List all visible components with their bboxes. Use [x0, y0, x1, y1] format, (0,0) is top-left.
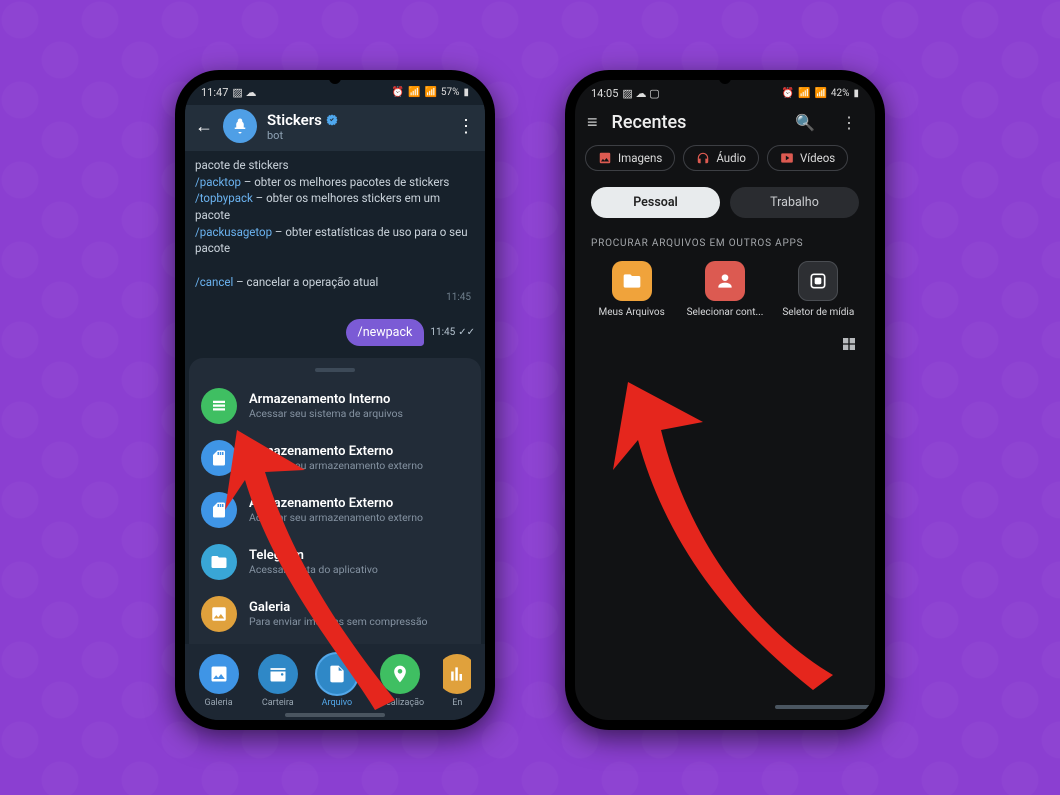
- sd-card-icon: [201, 440, 237, 476]
- contact-icon: [705, 261, 745, 301]
- status-time: 11:47: [201, 86, 228, 99]
- sd-card-icon: [201, 492, 237, 528]
- status-signal-icon: 📶: [814, 88, 826, 99]
- chart-icon: [443, 654, 471, 694]
- incoming-message: pacote de stickers /packtop – obter os m…: [185, 151, 485, 313]
- view-toggle-row: [575, 328, 875, 360]
- status-wifi-icon: 📶: [408, 87, 420, 98]
- status-wifi-icon: 📶: [798, 88, 810, 99]
- section-label: PROCURAR ARQUIVOS EM OUTROS APPS: [575, 228, 875, 255]
- chat-title[interactable]: Stickers: [267, 111, 322, 129]
- tab-work[interactable]: Trabalho: [730, 187, 859, 218]
- attach-location[interactable]: Localização: [376, 654, 424, 708]
- sheet-handle[interactable]: [315, 368, 355, 372]
- picker-title: Recentes: [612, 112, 687, 133]
- back-arrow-icon[interactable]: ←: [195, 116, 213, 137]
- folder-icon: [612, 261, 652, 301]
- grid-view-icon[interactable]: [841, 336, 857, 352]
- more-menu-icon[interactable]: ⋮: [835, 113, 863, 132]
- status-alarm-icon: ⏰: [782, 88, 794, 99]
- status-battery-icon: ▮: [463, 87, 469, 98]
- status-battery-icon: ▮: [853, 88, 859, 99]
- chat-header: ← Stickers bot ⋮: [185, 105, 485, 151]
- attach-more[interactable]: En: [443, 654, 471, 708]
- phone-frame-left: 11:47 ▨ ☁ ⏰ 📶 📶 57% ▮ ←: [175, 70, 495, 730]
- cmd-cancel[interactable]: /cancel: [195, 275, 233, 289]
- file-icon: [317, 654, 357, 694]
- nav-bar-handle[interactable]: [775, 705, 875, 709]
- phone-frame-right: 14:05 ▨ ☁ ▢ ⏰ 📶 📶 42% ▮ ≡ Recentes: [565, 70, 885, 730]
- message-time: 11:45: [195, 291, 475, 310]
- source-telegram-folder[interactable]: TelegramAcessar pasta do aplicativo: [195, 536, 475, 588]
- status-time: 14:05: [591, 87, 618, 100]
- status-signal-icon: 📶: [424, 87, 436, 98]
- file-source-sheet: Armazenamento InternoAcessar seu sistema…: [189, 358, 481, 644]
- nav-bar-handle[interactable]: [285, 713, 385, 717]
- location-icon: [380, 654, 420, 694]
- verified-badge-icon: [326, 114, 338, 126]
- outgoing-time: 11:45: [430, 327, 455, 338]
- filter-chips: Imagens Áudio Vídeos: [575, 139, 875, 177]
- status-icons-left: ▨ ☁: [232, 86, 256, 99]
- chip-images[interactable]: Imagens: [585, 145, 675, 171]
- image-icon: [598, 151, 612, 165]
- status-battery: 42%: [831, 88, 850, 99]
- image-icon: [201, 596, 237, 632]
- attach-toolbar: Galeria Carteira Arquivo Localização: [185, 644, 485, 720]
- wallet-icon: [258, 654, 298, 694]
- camera-notch: [329, 72, 341, 84]
- folder-icon: [201, 544, 237, 580]
- source-external-storage-2[interactable]: Armazenamento ExternoAcessar seu armazen…: [195, 484, 475, 536]
- camera-notch: [719, 72, 731, 84]
- attach-file[interactable]: Arquivo: [317, 654, 357, 708]
- bot-avatar[interactable]: [223, 109, 257, 143]
- cmd-topbypack[interactable]: /topbypack: [195, 191, 253, 205]
- attach-gallery[interactable]: Galeria: [199, 654, 239, 708]
- attach-wallet[interactable]: Carteira: [258, 654, 298, 708]
- status-alarm-icon: ⏰: [392, 87, 404, 98]
- source-gallery[interactable]: GaleriaPara enviar imagens sem compressã…: [195, 588, 475, 640]
- cmd-packtop[interactable]: /packtop: [195, 175, 241, 189]
- source-internal-storage[interactable]: Armazenamento InternoAcessar seu sistema…: [195, 380, 475, 432]
- audio-icon: [696, 151, 710, 165]
- cmd-packusagetop[interactable]: /packusagetop: [195, 225, 272, 239]
- menu-icon[interactable]: ≡: [587, 112, 598, 133]
- app-my-files[interactable]: Meus Arquivos: [587, 261, 677, 318]
- outgoing-message: /newpack 11:45 ✓✓: [185, 313, 485, 356]
- status-battery: 57%: [441, 87, 460, 98]
- source-external-storage-1[interactable]: Armazenamento ExternoAcessar seu armazen…: [195, 432, 475, 484]
- video-icon: [780, 151, 794, 165]
- media-picker-icon: [798, 261, 838, 301]
- profile-tabs: Pessoal Trabalho: [575, 177, 875, 228]
- chat-subtitle: bot: [267, 129, 338, 142]
- more-menu-icon[interactable]: ⋮: [457, 116, 475, 137]
- outgoing-bubble: /newpack: [346, 319, 425, 346]
- app-select-contact[interactable]: Selecionar cont...: [680, 261, 770, 318]
- tab-personal[interactable]: Pessoal: [591, 187, 720, 218]
- internal-storage-icon: [201, 388, 237, 424]
- search-icon[interactable]: 🔍: [789, 113, 821, 132]
- picker-header: ≡ Recentes 🔍 ⋮: [575, 106, 875, 139]
- gallery-icon: [199, 654, 239, 694]
- chip-videos[interactable]: Vídeos: [767, 145, 848, 171]
- chip-audio[interactable]: Áudio: [683, 145, 759, 171]
- read-checks-icon: ✓✓: [458, 327, 475, 338]
- status-icons-left: ▨ ☁ ▢: [622, 87, 659, 100]
- msg-text: pacote de stickers: [195, 158, 289, 172]
- app-media-picker[interactable]: Seletor de mídia: [773, 261, 863, 318]
- other-apps-row: Meus Arquivos Selecionar cont... Seletor…: [575, 255, 875, 328]
